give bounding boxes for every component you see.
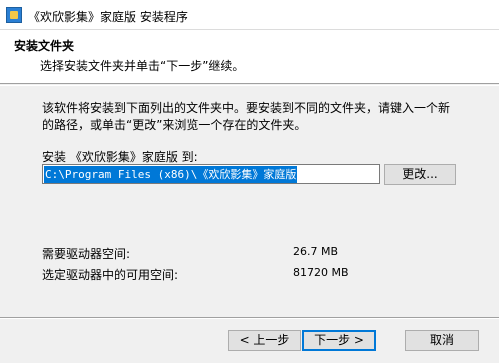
description: 该软件将安装到下面列出的文件夹中。要安装到不同的文件夹，请键入一个新 的路径，或… [42,100,450,134]
header-divider [0,85,499,86]
wizard-header: 安装文件夹 选择安装文件夹并单击“下一步”继续。 [0,30,499,84]
cancel-button[interactable]: 取消 [405,330,479,351]
available-space-label: 选定驱动器中的可用空间: [42,268,179,282]
description-line-2: 的路径，或单击“更改”来浏览一个存在的文件夹。 [42,118,307,132]
page-subtitle: 选择安装文件夹并单击“下一步”继续。 [40,59,245,73]
install-path-value: C:\Program Files (x86)\《欢欣影集》家庭版 [44,166,298,183]
window-title: 《欢欣影集》家庭版 安装程序 [28,10,188,24]
installer-app-icon [6,7,22,23]
next-button[interactable]: 下一步 > [302,330,376,351]
install-to-label: 安装 《欢欣影集》家庭版 到: [42,150,198,164]
description-line-1: 该软件将安装到下面列出的文件夹中。要安装到不同的文件夹，请键入一个新 [42,101,451,115]
page-title: 安装文件夹 [14,39,75,53]
required-space-value: 26.7 MB [293,245,339,258]
footer-divider-highlight [0,318,499,319]
title-bar[interactable]: 《欢欣影集》家庭版 安装程序 [0,0,499,30]
available-space-value: 81720 MB [293,266,349,279]
required-space-label: 需要驱动器空间: [42,247,131,261]
install-path-field[interactable]: C:\Program Files (x86)\《欢欣影集》家庭版 [42,164,380,184]
change-folder-button[interactable]: 更改... [384,164,456,185]
back-button[interactable]: < 上一步 [228,330,301,351]
